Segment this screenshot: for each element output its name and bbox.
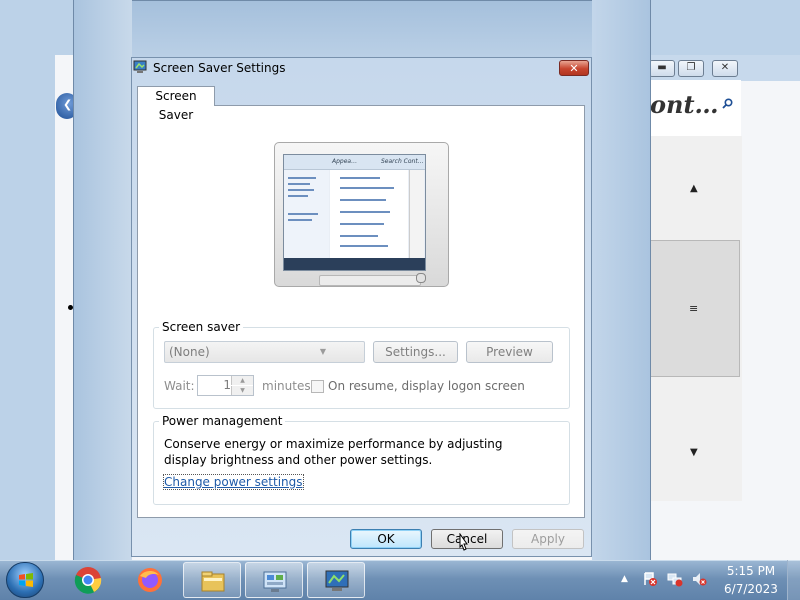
ok-button[interactable]: OK <box>350 529 422 549</box>
screen-saver-legend: Screen saver <box>159 320 244 334</box>
close-button[interactable]: ✕ <box>559 60 589 76</box>
resume-logon-checkbox[interactable] <box>311 380 324 393</box>
preview-header-text: Appea… <box>332 158 358 165</box>
scroll-up-arrow-icon[interactable]: ▲ <box>690 183 698 194</box>
action-center-icon[interactable] <box>642 571 658 587</box>
show-desktop-button[interactable] <box>787 560 800 600</box>
tab-screen-saver[interactable]: Screen Saver <box>137 86 215 122</box>
windows-logo-icon <box>19 573 33 587</box>
start-button[interactable] <box>6 562 44 598</box>
wait-label: Wait: <box>164 379 195 393</box>
preview-button[interactable]: Preview <box>466 341 553 363</box>
scroll-down-arrow-icon[interactable]: ▼ <box>690 447 698 458</box>
taskbar-screen-saver-settings[interactable] <box>307 562 365 598</box>
screen-saver-app-icon <box>133 60 147 73</box>
power-management-legend: Power management <box>159 414 286 428</box>
chevron-down-icon: ▼ <box>319 347 326 356</box>
minutes-label: minutes <box>262 379 311 393</box>
control-panel-icon <box>263 571 287 592</box>
network-icon[interactable] <box>667 571 683 587</box>
clock-date[interactable]: 6/7/2023 <box>706 582 796 596</box>
screen-saver-selected-value: (None) <box>169 345 210 359</box>
firefox-icon <box>138 568 162 592</box>
taskbar-chrome[interactable] <box>59 562 117 598</box>
scroll-grip-icon: ≡ <box>689 302 699 315</box>
dialog-title: Screen Saver Settings <box>153 61 286 75</box>
taskbar-control-panel[interactable] <box>245 562 303 598</box>
preview-screen: Appea… Search Cont… <box>283 154 426 271</box>
search-box-text: ont… <box>650 90 719 119</box>
wait-minutes-stepper[interactable]: 1 ▲ ▼ <box>197 375 254 396</box>
search-icon[interactable] <box>722 98 733 109</box>
clock-time[interactable]: 5:15 PM <box>706 564 796 578</box>
preview-search-text: Search Cont… <box>381 158 424 165</box>
dialog-glass-frame-left <box>73 0 132 560</box>
maximize-button[interactable]: ❐ <box>678 60 704 77</box>
screen-saver-group <box>153 327 570 409</box>
taskbar-file-explorer[interactable] <box>183 562 241 598</box>
power-management-description: Conserve energy or maximize performance … <box>164 437 503 467</box>
mouse-cursor-icon <box>459 533 468 551</box>
file-explorer-icon <box>201 571 225 592</box>
chrome-icon <box>74 567 102 594</box>
background-close-button[interactable]: ✕ <box>712 60 738 77</box>
screen-saver-icon <box>325 570 349 591</box>
resume-logon-label[interactable]: On resume, display logon screen <box>328 379 525 393</box>
monitor-stand <box>319 275 421 286</box>
settings-button[interactable]: Settings... <box>373 341 458 363</box>
screen-saver-select[interactable]: (None) ▼ <box>164 341 365 363</box>
change-power-settings-link[interactable]: Change power settings <box>163 474 304 490</box>
minimize-button[interactable]: ▬ <box>649 60 675 77</box>
taskbar-firefox[interactable] <box>121 562 179 598</box>
show-hidden-icons-icon[interactable]: ▲ <box>621 574 628 584</box>
spin-up-icon[interactable]: ▲ <box>231 376 253 385</box>
spin-down-icon[interactable]: ▼ <box>231 386 253 395</box>
wait-minutes-value: 1 <box>223 378 231 392</box>
monitor-power-button-icon <box>416 273 426 283</box>
apply-button[interactable]: Apply <box>512 529 584 549</box>
dialog-glass-frame-right <box>592 0 651 560</box>
volume-muted-icon[interactable] <box>691 571 707 587</box>
